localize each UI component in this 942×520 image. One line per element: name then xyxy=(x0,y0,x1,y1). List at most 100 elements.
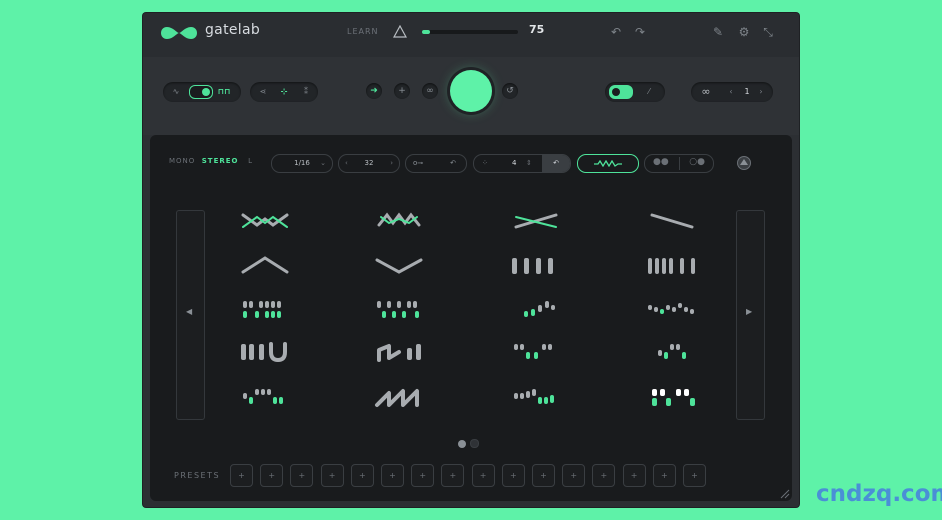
triangle-icon[interactable] xyxy=(393,25,407,38)
pattern-four-bars[interactable] xyxy=(508,252,564,280)
main-amount-value: 75 xyxy=(529,23,545,36)
pattern-triangle-down[interactable] xyxy=(371,252,427,280)
preset-slot[interactable]: + xyxy=(320,464,344,487)
learn-button[interactable]: LEARN xyxy=(347,27,379,36)
waveform-selector: ∿ ⊓⊓ xyxy=(163,82,241,102)
pattern-dots-a[interactable] xyxy=(237,295,293,323)
pattern-panel: MONO STEREO L 1/16 ⌄ ‹ 32 › o⊸ ↶ ⁘ 4 ⇕ ↶ xyxy=(150,135,792,501)
preset-slot[interactable]: + xyxy=(381,464,404,487)
smooth-wave-icon[interactable]: ∿ xyxy=(169,82,183,102)
redo-icon[interactable]: ↷ xyxy=(632,24,648,40)
rate-selector[interactable]: 1/16 ⌄ xyxy=(271,154,333,173)
add-button[interactable]: + xyxy=(394,83,410,99)
pattern-saw[interactable] xyxy=(371,383,427,411)
grid-icon: ⁘ xyxy=(482,159,488,167)
dots-left-icon[interactable]: ●● xyxy=(653,154,669,171)
chevron-right-icon: ▶ xyxy=(746,307,753,316)
route-split-icon[interactable]: ⋖ xyxy=(255,82,271,102)
gatelab-plugin-window: gatelab LEARN 75 ↶ ↷ ✎ ⚙ ⤡ ∿ ⊓⊓ ⋖ ⊹ ⁑ ➜ … xyxy=(143,13,799,507)
gatelab-logo-icon xyxy=(161,27,197,39)
chevron-right-icon[interactable]: › xyxy=(390,155,393,172)
waveform-toggle[interactable] xyxy=(189,85,213,99)
trigger-toggle[interactable] xyxy=(609,85,633,99)
pattern-dots-d[interactable] xyxy=(644,338,700,366)
shield-icon[interactable] xyxy=(736,155,752,171)
route-center-icon[interactable]: ⊹ xyxy=(276,82,292,102)
chevron-left-icon[interactable]: ‹ xyxy=(727,82,735,102)
mode-stereo[interactable]: STEREO xyxy=(202,157,239,165)
pattern-double-wave[interactable] xyxy=(371,209,427,237)
pattern-dots-c[interactable] xyxy=(508,338,564,366)
page-dot[interactable] xyxy=(470,439,479,448)
pattern-grouped-bars[interactable] xyxy=(644,252,700,280)
pattern-ramp-down[interactable] xyxy=(644,209,700,237)
brand-name: gatelab xyxy=(205,22,261,38)
preset-slot[interactable]: + xyxy=(562,464,586,487)
next-page-button[interactable]: ▶ xyxy=(736,210,765,420)
preset-slot[interactable]: + xyxy=(350,464,374,487)
pattern-scatter-dots[interactable] xyxy=(644,295,700,323)
trigger-toggle-group: ⁄ xyxy=(605,82,665,102)
preset-slot[interactable]: + xyxy=(532,464,555,487)
main-amount-slider[interactable] xyxy=(422,30,518,34)
undo-arrow-icon[interactable]: ↶ xyxy=(450,155,456,172)
pattern-zigzag-x[interactable] xyxy=(237,209,293,237)
slash-icon[interactable]: ⁄ xyxy=(641,82,657,102)
squiggle-wave-icon xyxy=(594,160,622,167)
steps-selector[interactable]: ‹ 32 › xyxy=(338,154,400,173)
chevron-right-icon[interactable]: › xyxy=(757,82,765,102)
wave-shape-button[interactable] xyxy=(577,154,639,173)
preset-slot[interactable]: + xyxy=(290,464,314,487)
mode-l[interactable]: L xyxy=(248,157,253,165)
dots-right-icon[interactable]: ○● xyxy=(689,154,705,171)
pattern-rising-dots[interactable] xyxy=(508,295,564,323)
preset-slot[interactable]: + xyxy=(622,464,646,487)
divider xyxy=(679,157,680,170)
resize-grip-icon[interactable] xyxy=(778,487,790,499)
reset-button[interactable]: ↺ xyxy=(502,83,518,99)
channel-mode-selector: MONO STEREO L xyxy=(169,157,253,165)
main-amount-fill xyxy=(422,30,430,34)
preset-slot[interactable]: + xyxy=(411,464,435,487)
pattern-count-control[interactable]: ⁘ 4 ⇕ ↶ xyxy=(473,154,571,173)
key-control[interactable]: o⊸ ↶ xyxy=(405,154,467,173)
preset-slot[interactable]: + xyxy=(230,464,253,487)
preset-slot[interactable]: + xyxy=(471,464,495,487)
square-wave-icon[interactable]: ⊓⊓ xyxy=(216,82,232,102)
pattern-dots-e[interactable] xyxy=(237,383,293,411)
chevron-left-icon: ◀ xyxy=(186,307,193,316)
preset-slot[interactable]: + xyxy=(501,464,525,487)
pattern-dots-b[interactable] xyxy=(371,295,427,323)
route-cross-icon[interactable]: ⁑ xyxy=(298,82,314,102)
preset-slot[interactable]: + xyxy=(260,464,284,487)
loop-control: ∞ ‹ 1 › xyxy=(691,82,773,102)
link-loop-icon[interactable]: ∞ xyxy=(696,82,716,102)
page-dot-active[interactable] xyxy=(458,440,466,448)
pattern-bars-u[interactable] xyxy=(237,338,293,366)
pattern-dots-f[interactable] xyxy=(508,383,564,411)
undo-icon[interactable]: ↶ xyxy=(608,24,624,40)
prev-page-button[interactable]: ◀ xyxy=(176,210,205,420)
routing-selector: ⋖ ⊹ ⁑ xyxy=(250,82,318,102)
resize-arrows-icon[interactable]: ⤡ xyxy=(760,24,776,40)
preset-slot[interactable]: + xyxy=(652,464,676,487)
header-bar: gatelab LEARN 75 ↶ ↷ ✎ ⚙ ⤡ xyxy=(143,13,799,57)
stepper-icon[interactable]: ⇕ xyxy=(526,155,532,172)
play-forward-button[interactable]: ➜ xyxy=(366,83,382,99)
random-button[interactable]: ∞ xyxy=(422,83,438,99)
pattern-dots-selected[interactable] xyxy=(644,383,700,411)
controls-row: ∿ ⊓⊓ ⋖ ⊹ ⁑ ➜ + ∞ ↺ ⁄ ∞ ‹ 1 › xyxy=(143,57,799,135)
edit-icon[interactable]: ✎ xyxy=(710,24,726,40)
mode-mono[interactable]: MONO xyxy=(169,157,195,165)
pattern-n-shape[interactable] xyxy=(371,338,427,366)
shuffle-value: 1 xyxy=(744,87,750,96)
preset-slot[interactable]: + xyxy=(441,464,465,487)
dot-balance-control[interactable]: ●● ○● xyxy=(644,154,714,173)
back-arrow-button[interactable]: ↶ xyxy=(542,155,570,172)
mix-knob[interactable] xyxy=(450,70,492,112)
pattern-cross[interactable] xyxy=(508,209,564,237)
pattern-triangle-up[interactable] xyxy=(237,252,293,280)
preset-slot[interactable]: + xyxy=(592,464,616,487)
gear-icon[interactable]: ⚙ xyxy=(736,24,752,40)
preset-slot[interactable]: + xyxy=(683,464,706,487)
